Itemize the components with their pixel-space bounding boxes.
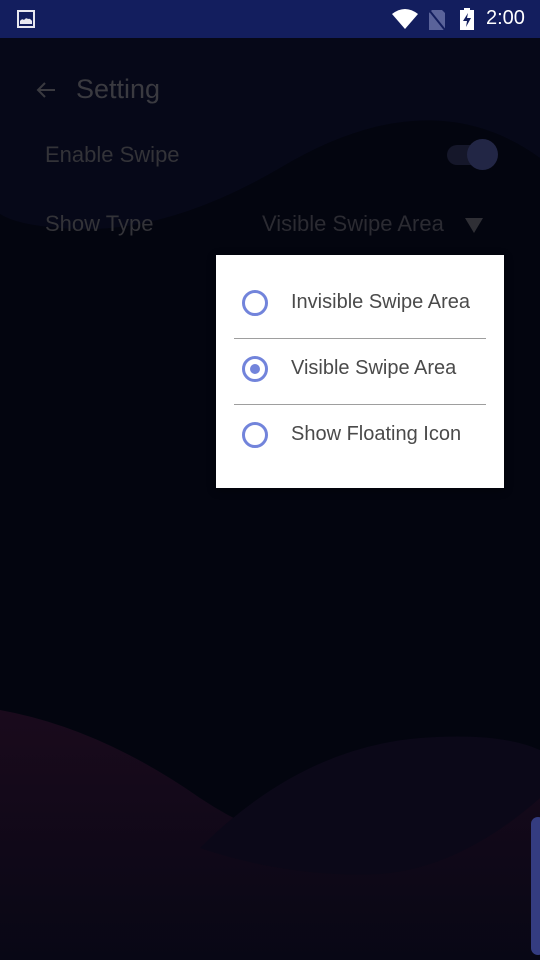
gallery-icon <box>17 10 35 28</box>
triangle-down-icon[interactable] <box>465 218 483 233</box>
enable-swipe-label: Enable Swipe <box>45 142 180 167</box>
option-invisible-swipe-area[interactable]: Invisible Swipe Area <box>234 273 486 339</box>
no-sim-icon <box>428 9 446 31</box>
enable-swipe-toggle[interactable] <box>447 139 499 171</box>
toggle-thumb <box>467 139 498 170</box>
option-label: Invisible Swipe Area <box>291 291 470 313</box>
page-title: Setting <box>76 74 161 104</box>
radio-unchecked-icon[interactable] <box>242 290 268 316</box>
settings-page <box>0 38 540 960</box>
show-type-label: Show Type <box>45 211 154 236</box>
clock: 2:00 <box>486 7 525 29</box>
status-bar: 2:00 <box>0 0 540 38</box>
radio-checked-icon[interactable] <box>242 356 268 382</box>
radio-unchecked-icon[interactable] <box>242 422 268 448</box>
option-show-floating-icon[interactable]: Show Floating Icon <box>234 405 486 471</box>
option-label: Visible Swipe Area <box>291 357 457 379</box>
radio-dot <box>250 364 260 374</box>
option-visible-swipe-area[interactable]: Visible Swipe Area <box>234 339 486 405</box>
swipe-edge-handle[interactable] <box>531 817 540 955</box>
battery-charging-icon <box>460 8 474 30</box>
arrow-left-icon[interactable] <box>34 78 58 102</box>
wifi-icon <box>392 9 418 29</box>
show-type-menu: Invisible Swipe Area Visible Swipe Area … <box>216 255 504 488</box>
show-type-dropdown[interactable]: Visible Swipe Area <box>262 211 444 237</box>
option-label: Show Floating Icon <box>291 423 462 445</box>
